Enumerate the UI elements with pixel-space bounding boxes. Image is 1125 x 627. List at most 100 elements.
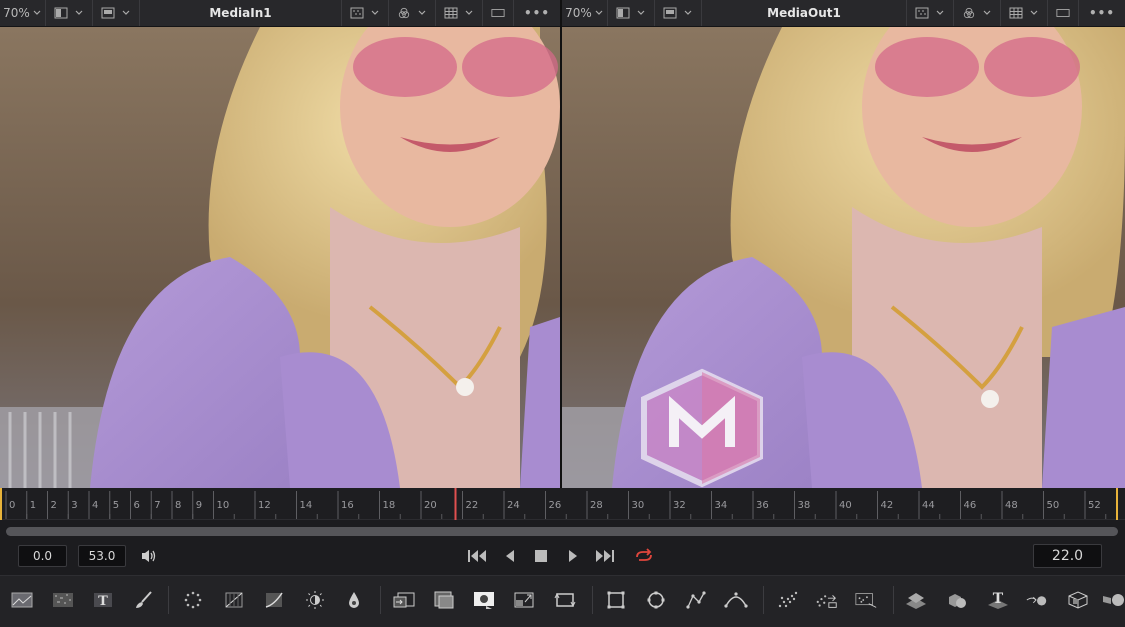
- tools-toolbar: T T: [0, 575, 1125, 627]
- split-view-icon: [616, 7, 630, 19]
- color-curves-icon[interactable]: [262, 588, 286, 612]
- paint-brush-icon[interactable]: [132, 588, 156, 612]
- guides-button-right[interactable]: [1001, 0, 1048, 26]
- render-start-marker[interactable]: [0, 488, 2, 520]
- ruler-tick-label: 16: [341, 500, 354, 511]
- guides-button-left[interactable]: [436, 0, 483, 26]
- ruler-tick-label: 5: [113, 500, 119, 511]
- svg-text:T: T: [98, 594, 108, 609]
- transport-controls: 0.0 53.0 22.0: [0, 540, 1125, 572]
- transform-icon[interactable]: [553, 588, 577, 612]
- viewer-left-image[interactable]: [0, 27, 560, 488]
- loop-icon[interactable]: [633, 548, 655, 564]
- lut-button-right[interactable]: [905, 0, 954, 26]
- play-icon[interactable]: [563, 548, 581, 564]
- ruler-tick-label: 10: [217, 500, 230, 511]
- channels-button-right[interactable]: [954, 0, 1001, 26]
- zoom-dropdown-left[interactable]: 70%: [0, 0, 46, 26]
- matte-control-icon[interactable]: [472, 588, 496, 612]
- viewer-title-left: MediaIn1: [209, 6, 272, 20]
- resize-icon[interactable]: [513, 588, 537, 612]
- ruler-tick-label: 30: [632, 500, 645, 511]
- toolbar-separator: [380, 586, 381, 614]
- ruler-tick-label: 6: [134, 500, 140, 511]
- fusion-page: 70% MediaIn1 ••• 70% MediaOut1 ••• 0 1 2…: [0, 0, 1125, 627]
- play-reverse-icon[interactable]: [502, 548, 520, 564]
- pemitter-icon[interactable]: [776, 588, 800, 612]
- viewer-box-icon: [663, 7, 677, 19]
- text3d-icon[interactable]: T: [986, 588, 1010, 612]
- time-ruler[interactable]: 0 1 2 3 4 5 6 7 8 9 10 12 14 16 18 20 22 24 26 28 30 32 34 36 38…: [0, 488, 1125, 520]
- particles-icon[interactable]: [181, 588, 205, 612]
- ruler-tick-label: 2: [51, 500, 57, 511]
- channel-boolean-icon[interactable]: [432, 588, 456, 612]
- svg-text:T: T: [993, 591, 1004, 607]
- ruler-tick-label: 0: [9, 500, 15, 511]
- chevron-down-icon: [595, 10, 603, 15]
- channels-button-left[interactable]: [389, 0, 436, 26]
- grid-icon: [1009, 7, 1023, 19]
- layout-button-left[interactable]: [46, 0, 93, 26]
- ruler-tick-label: 22: [466, 500, 479, 511]
- viewer-right-image[interactable]: [562, 27, 1125, 488]
- ellipse-mask-icon[interactable]: [644, 588, 668, 612]
- viewer-title-right: MediaOut1: [767, 6, 841, 20]
- more-options-right[interactable]: •••: [1079, 0, 1125, 26]
- prender-icon[interactable]: [815, 588, 839, 612]
- ruler-tick-label: 52: [1088, 500, 1101, 511]
- fullscreen-button-left[interactable]: [483, 0, 514, 26]
- camera3d-icon[interactable]: [1066, 588, 1090, 612]
- renderer3d-icon[interactable]: [1101, 588, 1125, 612]
- render-start-field[interactable]: 0.0: [18, 545, 67, 567]
- ruler-tick-label: 38: [798, 500, 811, 511]
- roi-button-right[interactable]: [655, 0, 702, 26]
- polygon-mask-icon[interactable]: [684, 588, 708, 612]
- background-tool-icon[interactable]: [10, 588, 34, 612]
- render3d-icon[interactable]: [1025, 588, 1049, 612]
- merge-icon[interactable]: [392, 588, 416, 612]
- merge3d-icon[interactable]: [945, 588, 969, 612]
- fast-noise-icon[interactable]: [51, 588, 75, 612]
- pdirectional-force-icon[interactable]: [854, 588, 878, 612]
- ruler-tick-label: 50: [1047, 500, 1060, 511]
- ruler-tick-label: 1: [30, 500, 36, 511]
- chevron-down-icon: [371, 10, 379, 15]
- current-time-field[interactable]: 22.0: [1033, 544, 1102, 568]
- fullscreen-button-right[interactable]: [1048, 0, 1079, 26]
- text-plus-icon[interactable]: T: [91, 588, 115, 612]
- go-to-end-icon[interactable]: [594, 548, 616, 564]
- checker-icon: [350, 7, 364, 19]
- toolbar-separator: [763, 586, 764, 614]
- ruler-tick-label: 7: [154, 500, 160, 511]
- render-end-field[interactable]: 53.0: [78, 545, 126, 567]
- ruler-tick-label: 46: [964, 500, 977, 511]
- go-to-start-icon[interactable]: [466, 548, 488, 564]
- chevron-down-icon: [983, 10, 991, 15]
- zoom-dropdown-right[interactable]: 70%: [562, 0, 608, 26]
- color-corrector-icon[interactable]: [222, 588, 246, 612]
- chevron-down-icon: [936, 10, 944, 15]
- layout-button-right[interactable]: [608, 0, 655, 26]
- ruler-tick-label: 9: [196, 500, 202, 511]
- roi-button-left[interactable]: [93, 0, 140, 26]
- toolbar-separator: [592, 586, 593, 614]
- viewer-left-header: 70% MediaIn1 •••: [0, 0, 560, 27]
- toolbar-separator: [168, 586, 169, 614]
- lut-button-left[interactable]: [340, 0, 389, 26]
- viewer-right-header: 70% MediaOut1 •••: [562, 0, 1125, 27]
- bspline-mask-icon[interactable]: [724, 588, 748, 612]
- speaker-icon[interactable]: [140, 548, 158, 564]
- color-drop-icon[interactable]: [342, 588, 366, 612]
- rectangle-mask-icon[interactable]: [604, 588, 628, 612]
- ruler-tick-label: 32: [673, 500, 686, 511]
- hexagon-logo-overlay: [641, 368, 763, 488]
- more-options-left[interactable]: •••: [514, 0, 560, 26]
- shape3d-icon[interactable]: [904, 588, 928, 612]
- ruler-tick-label: 4: [92, 500, 98, 511]
- brightness-contrast-icon[interactable]: [303, 588, 327, 612]
- timeline-scrollbar[interactable]: [6, 527, 1118, 536]
- zoom-level-right: 70%: [565, 6, 592, 20]
- stop-icon[interactable]: [532, 548, 550, 564]
- render-end-marker[interactable]: [1116, 488, 1118, 520]
- rgb-channels-icon: [963, 7, 975, 19]
